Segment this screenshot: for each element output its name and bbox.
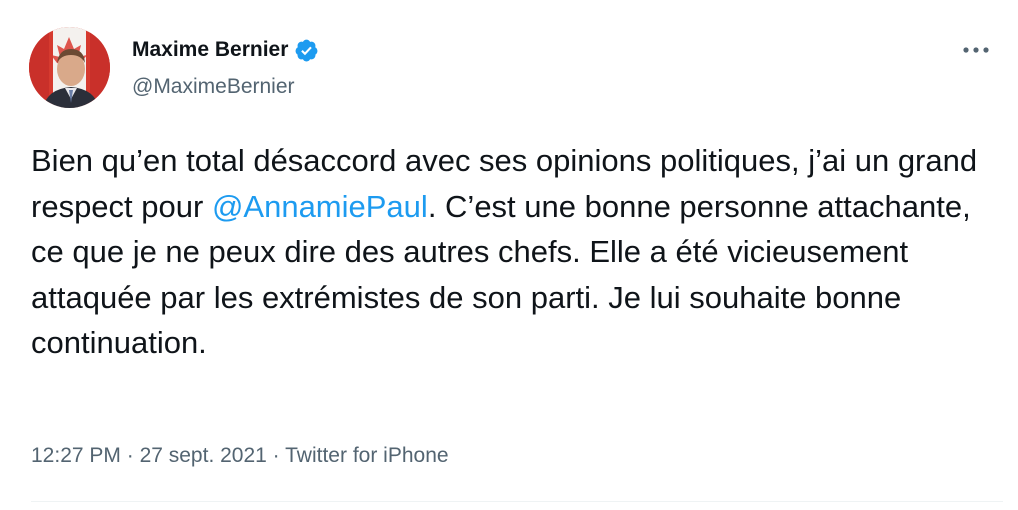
author-handle[interactable]: @MaximeBernier bbox=[132, 73, 295, 101]
divider bbox=[31, 501, 1003, 502]
author-name-row: Maxime Bernier bbox=[132, 36, 319, 64]
verified-badge-icon bbox=[294, 38, 319, 63]
meta-separator: · bbox=[266, 444, 286, 467]
tweet-time: 12:27 PM bbox=[31, 444, 121, 467]
tweet-text: Bien qu’en total désaccord avec ses opin… bbox=[31, 138, 991, 366]
more-horizontal-icon bbox=[963, 47, 989, 53]
tweet-metadata: 12:27 PM · 27 sept. 2021 · Twitter for i… bbox=[31, 442, 449, 470]
mention-link[interactable]: @AnnamiePaul bbox=[212, 189, 428, 224]
meta-separator: · bbox=[120, 444, 140, 467]
author-display-name[interactable]: Maxime Bernier bbox=[132, 36, 288, 64]
tweet-date: 27 sept. 2021 bbox=[139, 444, 267, 467]
tweet-source-link[interactable]: Twitter for iPhone bbox=[285, 444, 448, 467]
more-options-button[interactable] bbox=[958, 38, 994, 62]
avatar-image bbox=[29, 27, 110, 108]
tweet-timestamp-link[interactable]: 12:27 PM · 27 sept. 2021 bbox=[31, 444, 267, 467]
avatar[interactable] bbox=[29, 27, 110, 108]
